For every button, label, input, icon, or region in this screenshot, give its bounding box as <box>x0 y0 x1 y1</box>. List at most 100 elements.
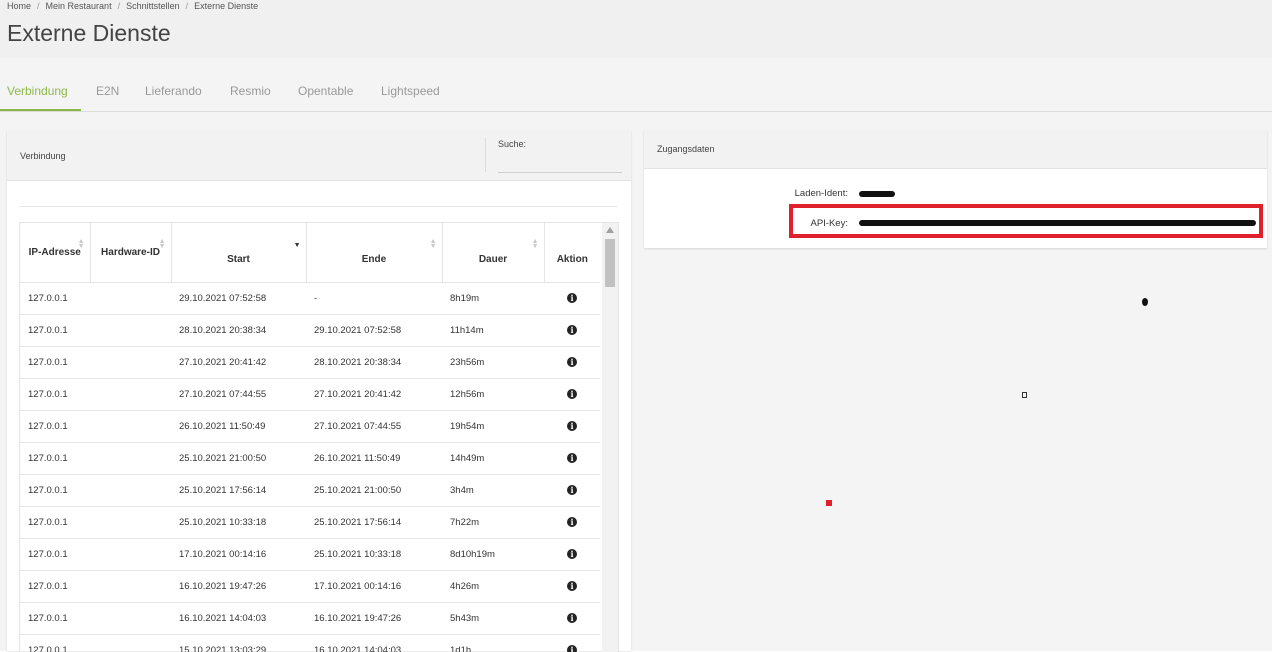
cell-hardware-id <box>90 603 171 635</box>
cell-hardware-id <box>90 283 171 315</box>
tab-lieferando[interactable]: Lieferando <box>145 84 202 98</box>
cell-hardware-id <box>90 507 171 539</box>
cell-ip: 127.0.0.1 <box>20 283 90 315</box>
cell-aktion: i <box>544 571 600 603</box>
api-key-highlight-box <box>789 204 1263 238</box>
cell-ende: 25.10.2021 10:33:18 <box>306 539 442 571</box>
cell-hardware-id <box>90 635 171 652</box>
cell-ende: 27.10.2021 20:41:42 <box>306 379 442 411</box>
breadcrumb-schnittstellen[interactable]: Schnittstellen <box>126 1 180 11</box>
info-icon[interactable]: i <box>567 581 577 591</box>
info-icon[interactable]: i <box>567 389 577 399</box>
cell-dauer: 1d1h <box>442 635 544 652</box>
stray-mark <box>1022 392 1027 398</box>
tab-bar: Verbindung E2N Lieferando Resmio Opentab… <box>0 58 1272 112</box>
column-header-ip[interactable]: IP-Adresse▲▼ <box>20 223 90 283</box>
table-row: 127.0.0.127.10.2021 20:41:4228.10.2021 2… <box>20 347 600 379</box>
table-row: 127.0.0.1 17.10.2021 00:14:1625.10.2021 1… <box>20 539 600 571</box>
cell-aktion: i <box>544 635 600 652</box>
sort-icon: ▲▼ <box>430 239 437 249</box>
scroll-up-arrow-icon[interactable] <box>606 227 614 233</box>
cell-hardware-id <box>90 539 171 571</box>
info-icon[interactable]: i <box>567 613 577 623</box>
cell-ende: - <box>306 283 442 315</box>
cell-aktion: i <box>544 283 600 315</box>
column-header-dauer[interactable]: Dauer▲▼ <box>442 223 544 283</box>
laden-ident-redacted <box>859 191 895 197</box>
stray-mark <box>826 500 832 506</box>
cell-hardware-id <box>90 571 171 603</box>
cell-ip: 127.0.0.1 <box>20 475 90 507</box>
cell-ende: 28.10.2021 20:38:34 <box>306 347 442 379</box>
cell-ip: 127.0.0.1 <box>20 443 90 475</box>
column-header-start[interactable]: Start▼ <box>171 223 306 283</box>
info-icon[interactable]: i <box>567 293 577 303</box>
page-header: Home/Mein Restaurant/Schnittstellen/Exte… <box>0 0 1272 58</box>
search-input[interactable] <box>498 154 622 173</box>
info-icon[interactable]: i <box>567 325 577 335</box>
cell-dauer: 23h56m <box>442 347 544 379</box>
page-title: Externe Dienste <box>7 20 171 47</box>
cell-hardware-id <box>90 443 171 475</box>
cell-aktion: i <box>544 539 600 571</box>
cell-aktion: i <box>544 379 600 411</box>
cell-start: 27.10.2021 07:44:55 <box>171 379 306 411</box>
breadcrumb-mein-restaurant[interactable]: Mein Restaurant <box>46 1 112 11</box>
table-body: 127.0.0.129.10.2021 07:52:58-8h19mi127.0… <box>20 283 600 652</box>
info-icon[interactable]: i <box>567 549 577 559</box>
table-row: 127.0.0.126.10.2021 11:50:4927.10.2021 0… <box>20 411 600 443</box>
tab-e2n[interactable]: E2N <box>96 84 119 98</box>
cell-start: 25.10.2021 17:56:14 <box>171 475 306 507</box>
connection-card: Verbindung Suche: IP-Adresse▲▼ Hardware-… <box>7 130 631 651</box>
cell-ip: 127.0.0.1 <box>20 571 90 603</box>
credentials-card-title: Zugangsdaten <box>657 144 715 154</box>
info-icon[interactable]: i <box>567 453 577 463</box>
table-row: 127.0.0.128.10.2021 20:38:3429.10.2021 0… <box>20 315 600 347</box>
cell-aktion: i <box>544 411 600 443</box>
cell-start: 29.10.2021 07:52:58 <box>171 283 306 315</box>
cell-start: 16.10.2021 14:04:03 <box>171 603 306 635</box>
cell-hardware-id <box>90 379 171 411</box>
cell-ip: 127.0.0.1 <box>20 411 90 443</box>
scroll-thumb[interactable] <box>605 239 615 287</box>
tab-resmio[interactable]: Resmio <box>230 84 271 98</box>
cell-dauer: 4h26m <box>442 571 544 603</box>
cell-start: 15.10.2021 13:03:29 <box>171 635 306 652</box>
tab-opentable[interactable]: Opentable <box>298 84 353 98</box>
tab-lightspeed[interactable]: Lightspeed <box>381 84 440 98</box>
cell-start: 16.10.2021 19:47:26 <box>171 571 306 603</box>
column-header-hardware-id[interactable]: Hardware-ID▲▼ <box>90 223 171 283</box>
connection-card-header: Verbindung Suche: <box>7 130 631 181</box>
cell-start: 28.10.2021 20:38:34 <box>171 315 306 347</box>
cell-ip: 127.0.0.1 <box>20 603 90 635</box>
connection-card-title: Verbindung <box>20 151 66 161</box>
sort-icon: ▲▼ <box>78 239 85 249</box>
column-header-aktion: Aktion <box>544 223 600 283</box>
cell-start: 25.10.2021 10:33:18 <box>171 507 306 539</box>
table-scrollbar[interactable] <box>602 223 618 652</box>
cell-ende: 29.10.2021 07:52:58 <box>306 315 442 347</box>
cell-ip: 127.0.0.1 <box>20 539 90 571</box>
info-icon[interactable]: i <box>567 485 577 495</box>
cell-ende: 25.10.2021 21:00:50 <box>306 475 442 507</box>
cell-dauer: 11h14m <box>442 315 544 347</box>
cell-aktion: i <box>544 443 600 475</box>
cell-dauer: 14h49m <box>442 443 544 475</box>
breadcrumb-current: Externe Dienste <box>194 1 258 11</box>
cell-dauer: 5h43m <box>442 603 544 635</box>
cell-start: 17.10.2021 00:14:16 <box>171 539 306 571</box>
divider <box>19 206 618 207</box>
cell-ende: 27.10.2021 07:44:55 <box>306 411 442 443</box>
info-icon[interactable]: i <box>567 421 577 431</box>
info-icon[interactable]: i <box>567 357 577 367</box>
cell-aktion: i <box>544 347 600 379</box>
main-content: Verbindung Suche: IP-Adresse▲▼ Hardware-… <box>0 112 1272 651</box>
cell-start: 27.10.2021 20:41:42 <box>171 347 306 379</box>
cell-ende: 16.10.2021 14:04:03 <box>306 635 442 652</box>
breadcrumb-home[interactable]: Home <box>7 1 31 11</box>
breadcrumb: Home/Mein Restaurant/Schnittstellen/Exte… <box>7 1 258 11</box>
column-header-ende[interactable]: Ende▲▼ <box>306 223 442 283</box>
table-row: 127.0.0.127.10.2021 07:44:5527.10.2021 2… <box>20 379 600 411</box>
info-icon[interactable]: i <box>567 517 577 527</box>
tab-verbindung[interactable]: Verbindung <box>7 84 68 98</box>
